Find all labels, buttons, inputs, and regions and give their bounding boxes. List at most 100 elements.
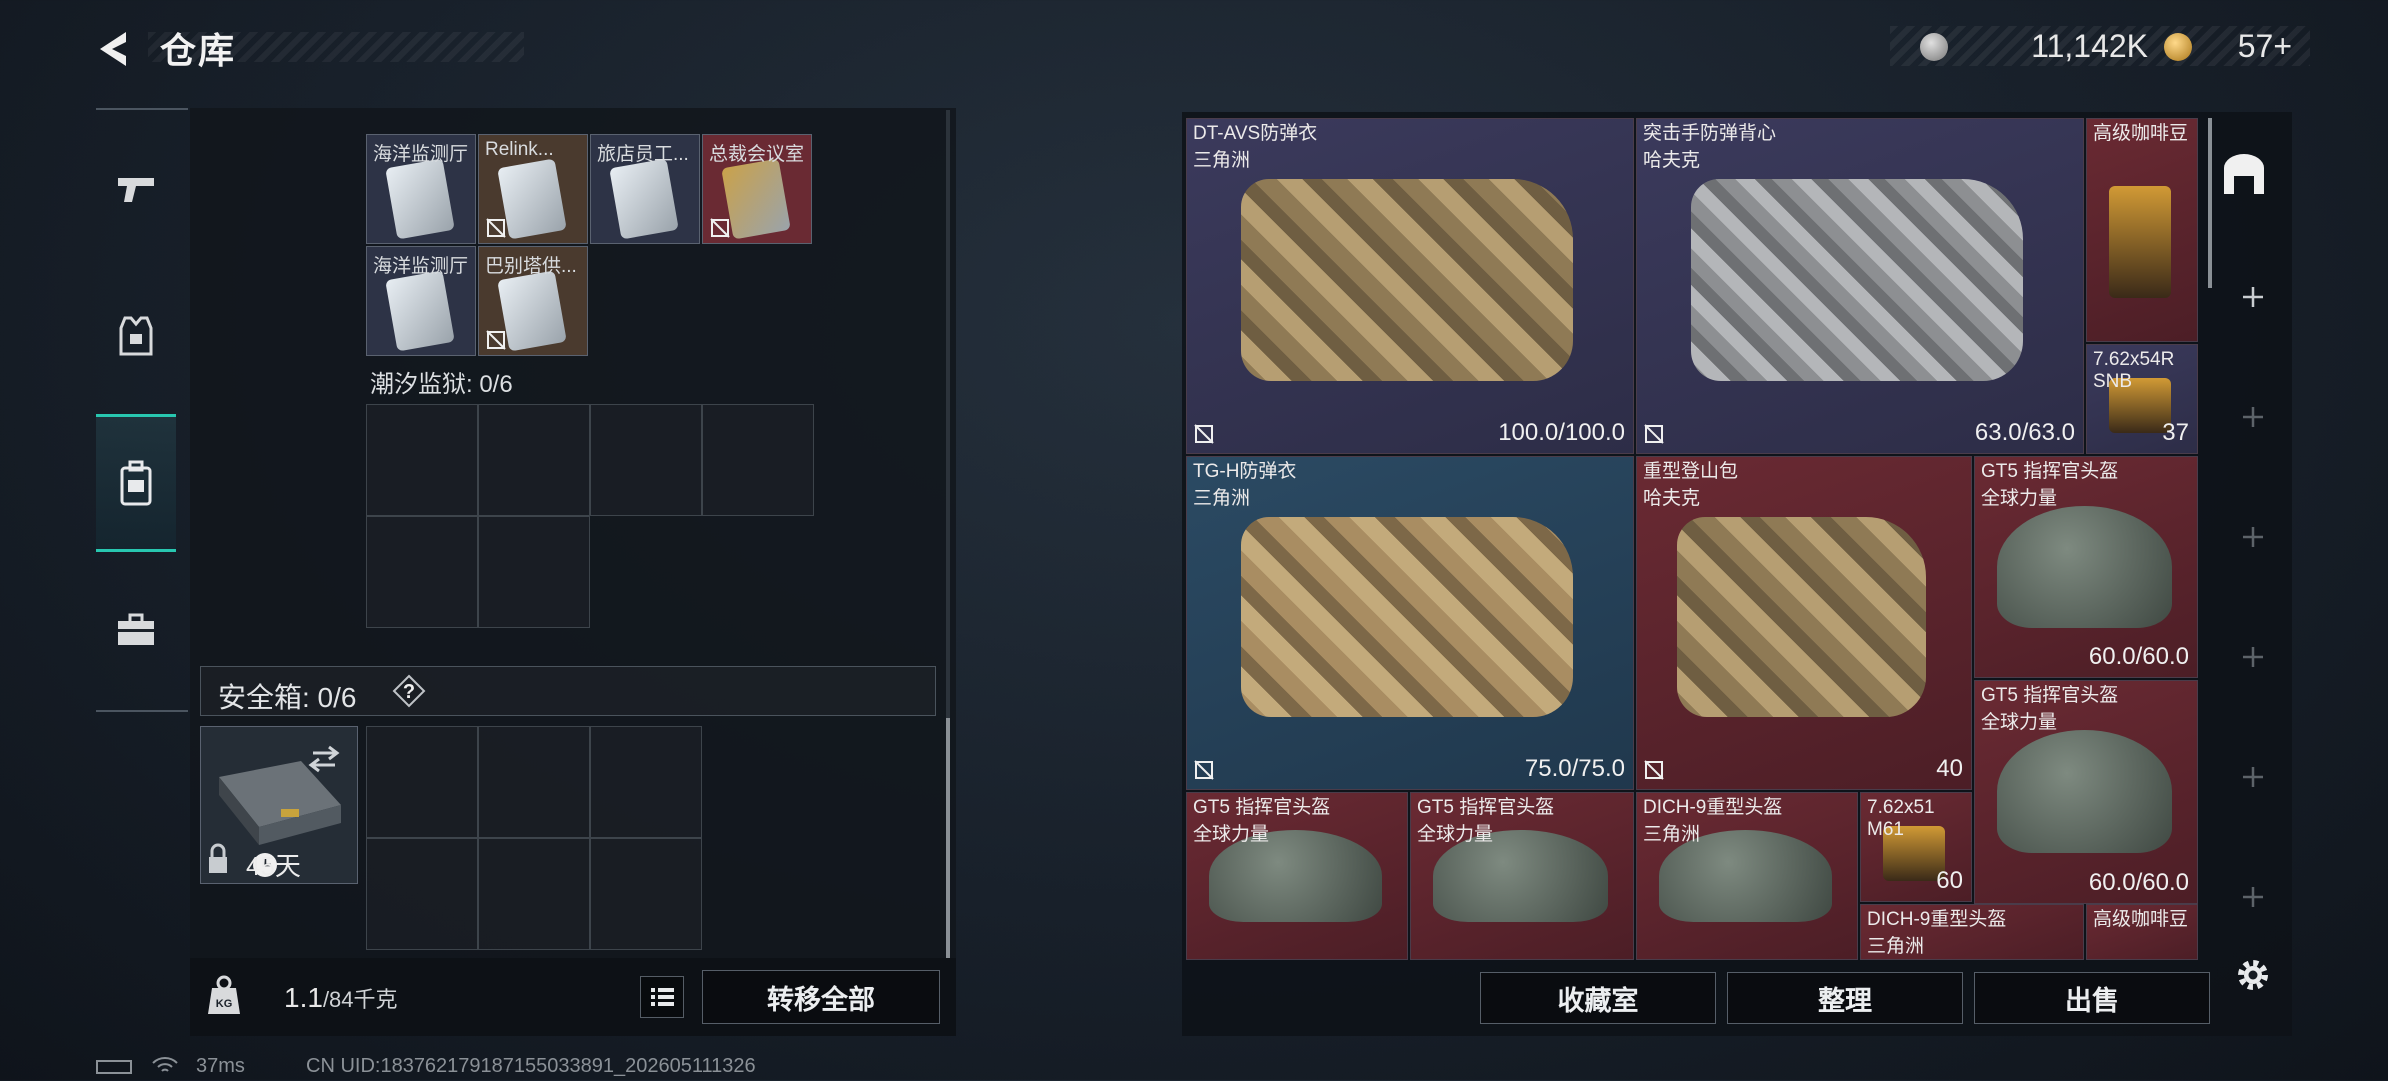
stash-item[interactable]: GT5 指挥官头盔 全球力量 60.0/60.0 bbox=[1974, 680, 2198, 904]
item-faction: 三角洲 bbox=[1643, 824, 1701, 845]
item-faction: 全球力量 bbox=[1981, 488, 2058, 509]
tide-prison-label: 潮汐监狱: 0/6 bbox=[370, 371, 513, 398]
backpack-icon bbox=[120, 460, 152, 506]
stash-item[interactable]: 重型登山包 哈夫克 40 bbox=[1636, 456, 1972, 790]
item-faction: SNB bbox=[2093, 371, 2133, 392]
stash-item[interactable]: DT-AVS防弹衣 三角洲 100.0/100.0 bbox=[1186, 118, 1634, 454]
item-faction: 全球力量 bbox=[1417, 824, 1494, 845]
help-button[interactable]: ? bbox=[392, 674, 426, 708]
stash-item[interactable]: 7.62x51 M61 60 bbox=[1860, 792, 1972, 902]
sidebar-item-equipment[interactable] bbox=[96, 290, 176, 382]
grid-slot[interactable] bbox=[366, 404, 478, 516]
item-art bbox=[1691, 179, 2023, 381]
item-name: 高级咖啡豆 bbox=[2093, 909, 2189, 930]
keycard-item[interactable]: 海洋监测厅 bbox=[366, 134, 476, 244]
add-stash-tab-icon[interactable] bbox=[2238, 282, 2268, 312]
add-stash-tab-icon[interactable] bbox=[2238, 882, 2268, 912]
add-stash-tab-icon[interactable] bbox=[2238, 402, 2268, 432]
item-durability: 75.0/75.0 bbox=[1524, 755, 1625, 782]
no-trade-icon bbox=[1644, 424, 1664, 444]
back-button[interactable] bbox=[92, 24, 142, 74]
settings-button[interactable] bbox=[2234, 956, 2272, 994]
no-trade-icon bbox=[1194, 760, 1214, 780]
keycard-item[interactable]: 旅店员工... bbox=[590, 134, 700, 244]
token-balance[interactable]: 57+ bbox=[2238, 28, 2292, 65]
token-icon bbox=[2164, 33, 2192, 61]
no-trade-icon bbox=[1194, 424, 1214, 444]
keycard-label: 旅店员工... bbox=[597, 144, 689, 165]
grid-slot[interactable] bbox=[702, 404, 814, 516]
add-stash-tab-icon[interactable] bbox=[2238, 642, 2268, 672]
item-faction: 三角洲 bbox=[1193, 488, 1251, 509]
item-faction: 全球力量 bbox=[1981, 712, 2058, 733]
item-faction: 哈夫克 bbox=[1643, 488, 1701, 509]
item-name: DICH-9重型头盔 bbox=[1643, 797, 1783, 818]
grid-slot[interactable] bbox=[366, 516, 478, 628]
item-name: 突击手防弹背心 bbox=[1643, 123, 1777, 144]
coin-balance: 11,142K bbox=[2031, 28, 2148, 64]
add-stash-tab-icon[interactable] bbox=[2238, 762, 2268, 792]
add-stash-tab-icon[interactable] bbox=[2238, 522, 2268, 552]
grid-slot[interactable] bbox=[590, 404, 702, 516]
page-title: 仓库 bbox=[160, 30, 237, 71]
item-name: GT5 指挥官头盔 bbox=[1981, 461, 2119, 482]
weight-readout: 1.1/84千克 bbox=[284, 982, 398, 1014]
sidebar-item-backpack[interactable] bbox=[96, 414, 176, 552]
keycard-item[interactable]: 总裁会议室 bbox=[702, 134, 812, 244]
item-art bbox=[2109, 186, 2171, 298]
item-name: GT5 指挥官头盔 bbox=[1417, 797, 1555, 818]
safe-box-title: 安全箱: 0/6 bbox=[218, 682, 357, 713]
stash-item[interactable]: 突击手防弹背心 哈夫克 63.0/63.0 bbox=[1636, 118, 2084, 454]
keycard-item[interactable]: 巴别塔供... bbox=[478, 246, 588, 356]
sell-button[interactable]: 出售 bbox=[1974, 972, 2210, 1024]
list-view-button[interactable] bbox=[640, 976, 684, 1018]
no-trade-icon bbox=[1644, 760, 1664, 780]
no-trade-icon bbox=[486, 330, 506, 350]
grid-slot[interactable] bbox=[478, 726, 590, 838]
item-art bbox=[1677, 517, 1926, 717]
keycard-icon bbox=[721, 158, 791, 240]
stash-scrollbar[interactable] bbox=[2208, 118, 2212, 288]
grid-slot[interactable] bbox=[478, 838, 590, 950]
collection-room-button[interactable]: 收藏室 bbox=[1480, 972, 1716, 1024]
item-durability: 37 bbox=[2162, 419, 2189, 446]
stash-tab-main[interactable] bbox=[2220, 150, 2268, 198]
keycard-item[interactable]: Relink... bbox=[478, 134, 588, 244]
item-art bbox=[1241, 517, 1573, 717]
grid-slot[interactable] bbox=[478, 516, 590, 628]
gear-icon bbox=[2238, 960, 2268, 990]
keycard-icon bbox=[497, 270, 567, 352]
inventory-scrollbar-thumb[interactable] bbox=[946, 718, 950, 958]
no-trade-icon bbox=[486, 218, 506, 238]
warehouse-icon bbox=[2224, 154, 2264, 194]
grid-slot[interactable] bbox=[366, 726, 478, 838]
stash-item[interactable]: TG-H防弹衣 三角洲 75.0/75.0 bbox=[1186, 456, 1634, 790]
grid-slot[interactable] bbox=[366, 838, 478, 950]
item-faction: 哈夫克 bbox=[1643, 150, 1701, 171]
stash-item[interactable]: DICH-9重型头盔 三角洲 bbox=[1636, 792, 1858, 960]
grid-slot[interactable] bbox=[590, 838, 702, 950]
stash-item[interactable]: 7.62x54R SNB 37 bbox=[2086, 344, 2198, 454]
keycard-icon bbox=[609, 158, 679, 240]
sidebar-item-weapons[interactable] bbox=[96, 144, 176, 236]
stash-item[interactable]: 高级咖啡豆 bbox=[2086, 904, 2198, 960]
item-name: TG-H防弹衣 bbox=[1193, 461, 1297, 482]
sort-button[interactable]: 整理 bbox=[1727, 972, 1963, 1024]
help-icon: ? bbox=[392, 674, 426, 708]
stash-item[interactable]: 高级咖啡豆 bbox=[2086, 118, 2198, 342]
item-name: 7.62x54R bbox=[2093, 349, 2175, 370]
item-durability: 60 bbox=[1936, 867, 1963, 894]
keycard-label: 海洋监测厅 bbox=[373, 144, 469, 165]
stash-item[interactable]: GT5 指挥官头盔 全球力量 60.0/60.0 bbox=[1974, 456, 2198, 678]
sidebar-item-case[interactable] bbox=[96, 584, 176, 676]
grid-slot[interactable] bbox=[478, 404, 590, 516]
stash-item[interactable]: GT5 指挥官头盔 全球力量 bbox=[1186, 792, 1408, 960]
svg-text:KG: KG bbox=[216, 998, 233, 1010]
stash-item[interactable]: GT5 指挥官头盔 全球力量 bbox=[1410, 792, 1634, 960]
item-art bbox=[1997, 730, 2172, 853]
transfer-all-button[interactable]: 转移全部 bbox=[702, 970, 940, 1024]
list-icon bbox=[651, 988, 674, 1006]
grid-slot[interactable] bbox=[590, 726, 702, 838]
stash-item[interactable]: DICH-9重型头盔 三角洲 bbox=[1860, 904, 2084, 960]
keycard-item[interactable]: 海洋监测厅 bbox=[366, 246, 476, 356]
